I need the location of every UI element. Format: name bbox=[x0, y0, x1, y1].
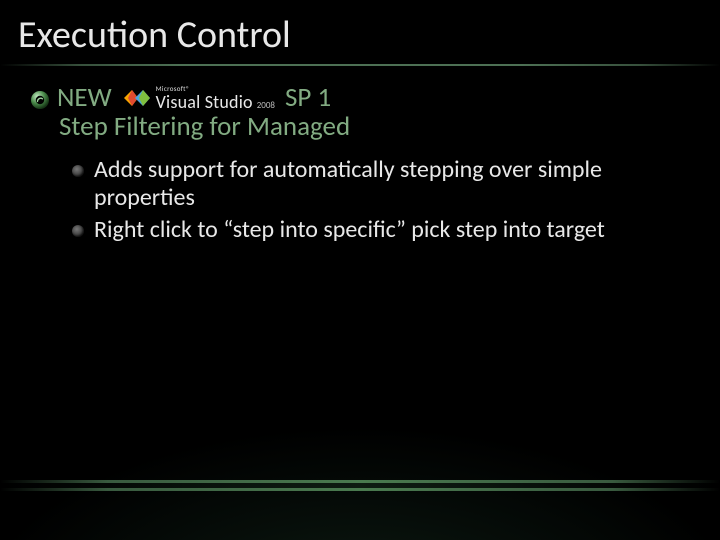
sp-label: SP 1 bbox=[285, 84, 331, 112]
visual-studio-logo: Microsoft® Visual Studio 2008 bbox=[122, 85, 275, 111]
vs-product-label: Visual Studio bbox=[156, 93, 253, 111]
subhead-line1: NEW Microsoft® Visual Studio 2008 bbox=[30, 84, 690, 112]
ring-bullet-icon bbox=[30, 88, 50, 108]
bullet-text: Right click to “step into specific” pick… bbox=[94, 216, 605, 244]
dot-bullet-icon bbox=[72, 225, 84, 237]
content-area: NEW Microsoft® Visual Studio 2008 bbox=[30, 84, 690, 249]
slide: Execution Control NEW bbox=[0, 0, 720, 540]
bullet-text: Adds support for automatically stepping … bbox=[94, 156, 632, 213]
title-underline bbox=[0, 64, 720, 66]
slide-title: Execution Control bbox=[18, 12, 291, 58]
list-item: Right click to “step into specific” pick… bbox=[72, 216, 632, 244]
list-item: Adds support for automatically stepping … bbox=[72, 156, 632, 213]
bullet-list: Adds support for automatically stepping … bbox=[72, 156, 690, 245]
vs-year-label: 2008 bbox=[257, 101, 275, 110]
vs-figure-icon bbox=[122, 86, 152, 110]
subhead-line2: Step Filtering for Managed bbox=[59, 113, 690, 141]
vs-text: Microsoft® Visual Studio 2008 bbox=[156, 85, 275, 111]
dot-bullet-icon bbox=[72, 165, 84, 177]
new-label: NEW bbox=[57, 84, 112, 112]
bottom-band bbox=[0, 480, 720, 492]
